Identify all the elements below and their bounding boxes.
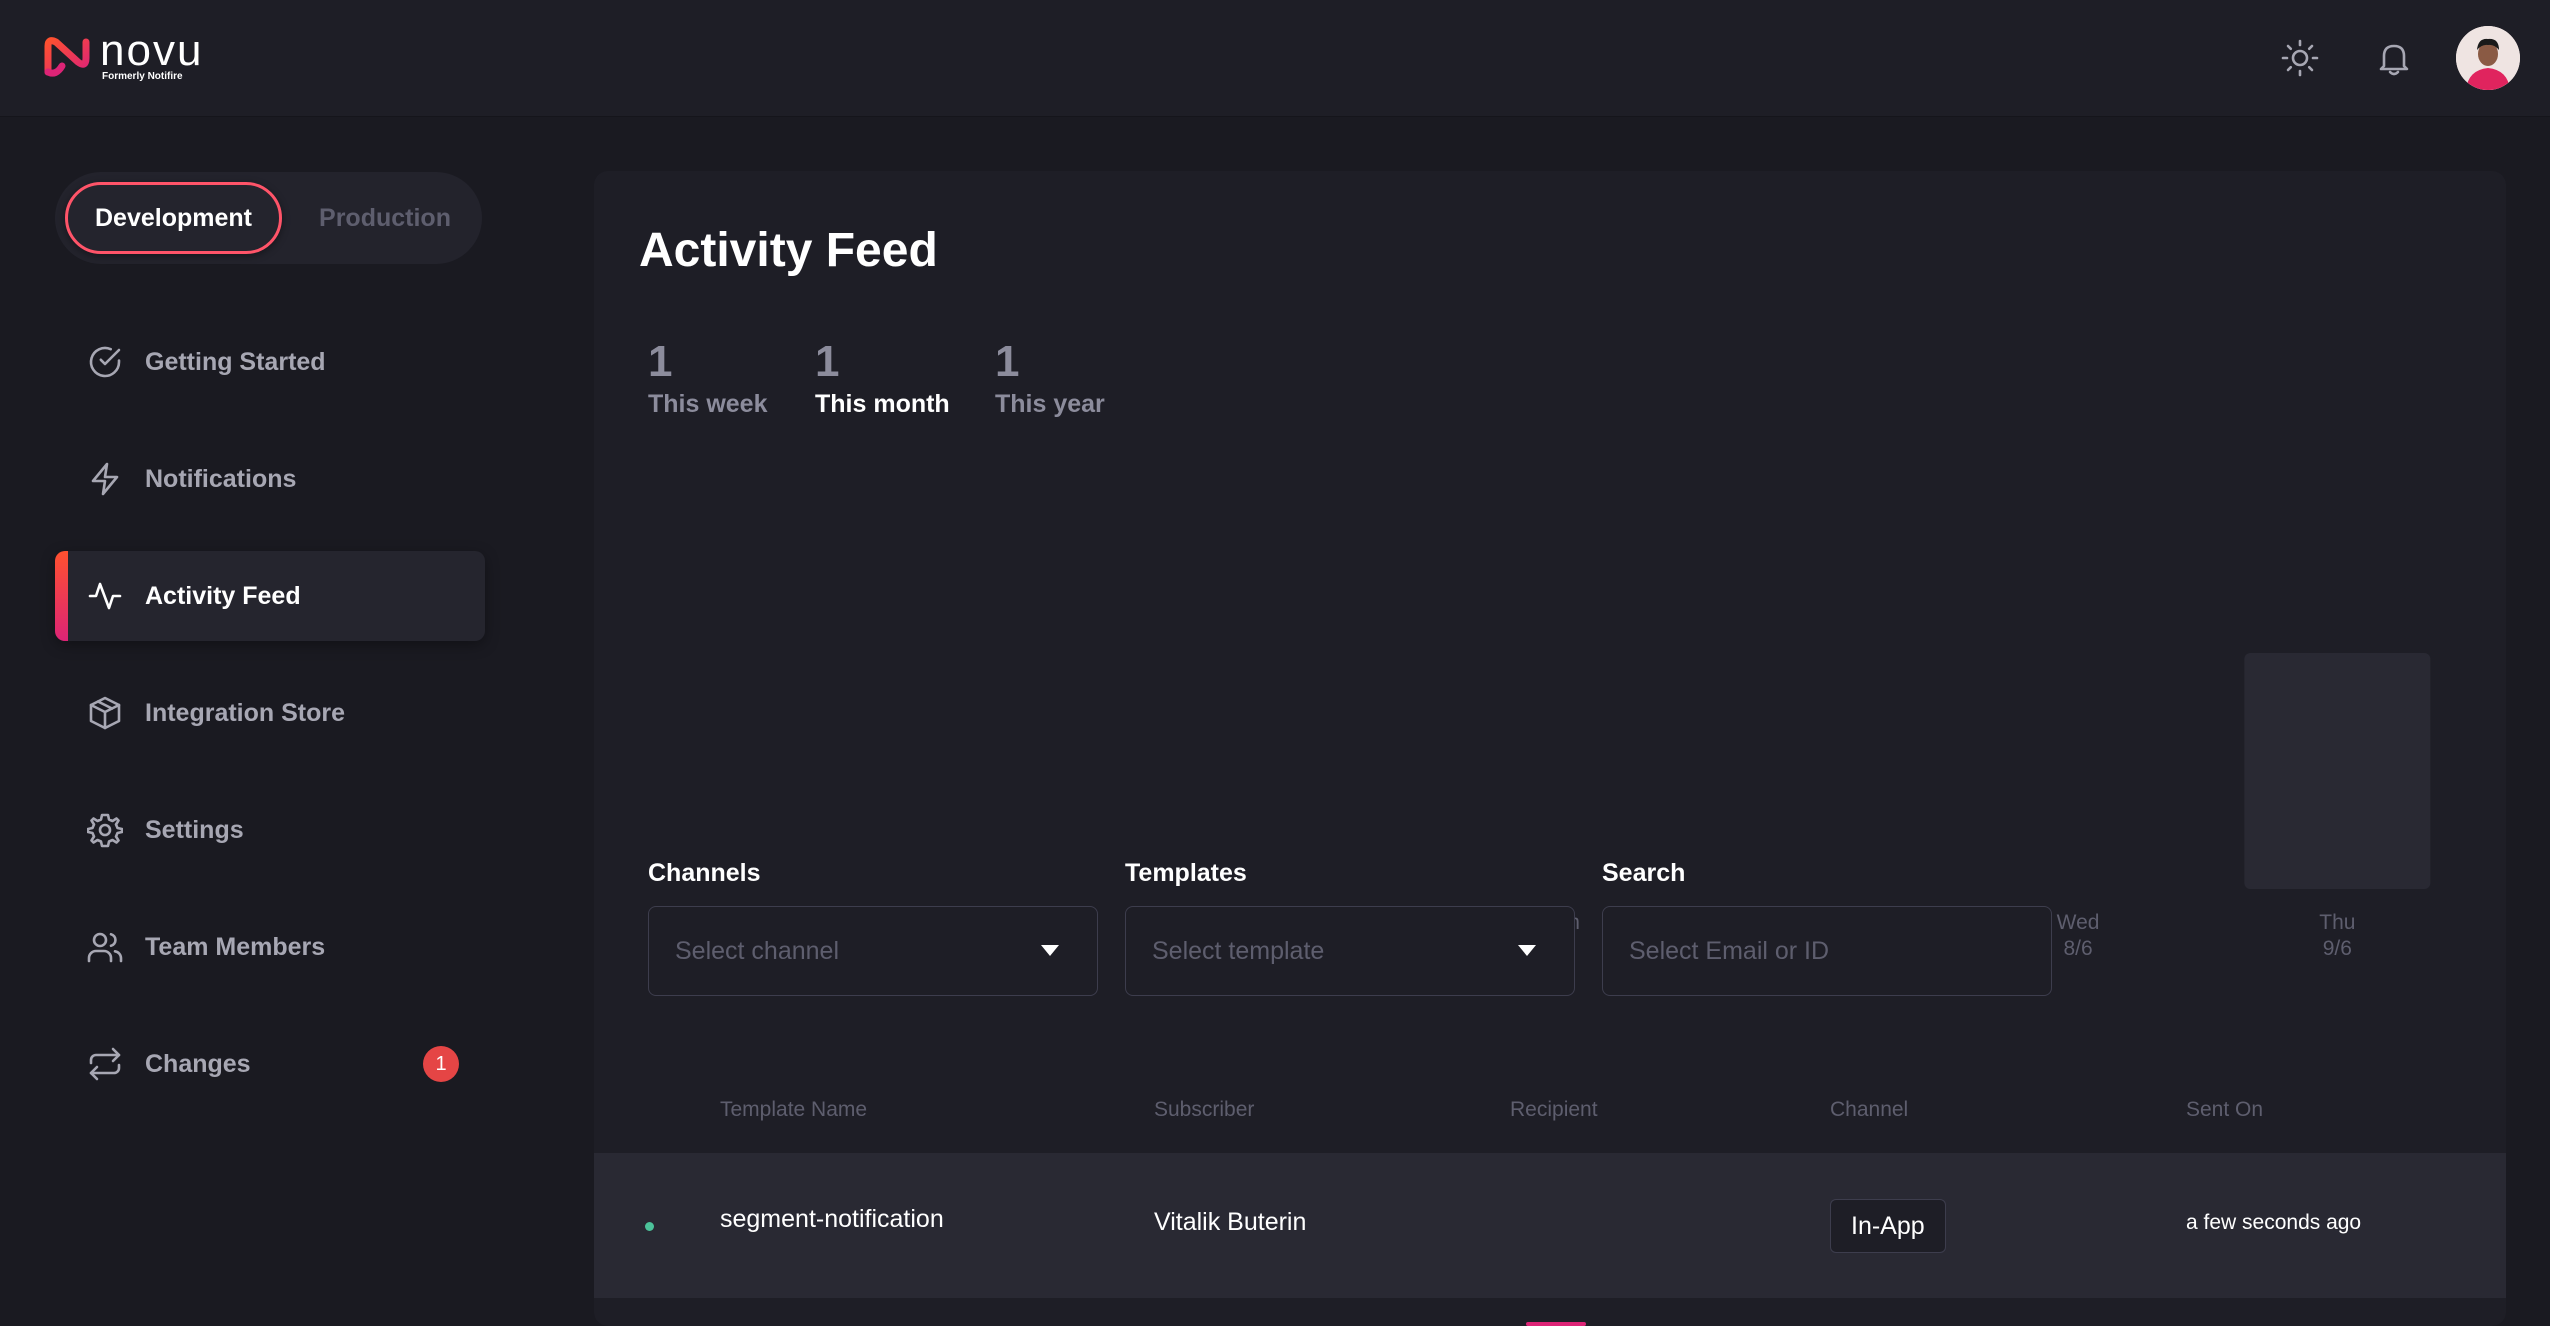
sidebar-item-label: Getting Started [145, 347, 326, 376]
channels-label: Channels [648, 859, 761, 887]
templates-label: Templates [1125, 859, 1247, 887]
template-select-placeholder: Select template [1152, 936, 1325, 965]
active-indicator [55, 551, 68, 641]
sidebar-item-notifications[interactable]: Notifications [55, 434, 485, 524]
template-select[interactable]: Select template [1125, 906, 1575, 996]
sidebar-item-changes[interactable]: Changes 1 [55, 1019, 485, 1109]
sidebar-item-label: Team Members [145, 932, 326, 961]
sidebar-item-activity-feed[interactable]: Activity Feed [55, 551, 485, 641]
sidebar-item-team-members[interactable]: Team Members [55, 902, 485, 992]
table-row[interactable]: segment-notification Vitalik Buterin In-… [594, 1153, 2506, 1298]
x-tick-label: 9/6 [2323, 937, 2352, 960]
stat-this-year[interactable]: 1 This year [995, 338, 1105, 419]
development-env-button[interactable]: Development [65, 182, 282, 254]
sidebar-item-label: Notifications [145, 464, 297, 493]
sidebar-item-label: Changes [145, 1049, 251, 1078]
changes-count-badge: 1 [423, 1046, 459, 1082]
sidebar-item-integration-store[interactable]: Integration Store [55, 668, 485, 758]
logo-wordmark: novu [100, 26, 204, 75]
sidebar-item-settings[interactable]: Settings [55, 785, 485, 875]
column-header-channel: Channel [1830, 1098, 1909, 1121]
column-header-template-name: Template Name [720, 1098, 868, 1121]
lightning-icon [91, 462, 119, 496]
sidebar-item-label: Activity Feed [145, 581, 301, 610]
channel-select-placeholder: Select channel [675, 936, 840, 965]
stat-value: 1 [995, 337, 1020, 386]
activity-icon [88, 582, 122, 610]
subscriber-cell: Vitalik Buterin [1154, 1208, 1307, 1236]
channel-badge: In-App [1830, 1199, 1946, 1253]
stat-label: This month [815, 390, 950, 418]
check-circle-icon [89, 346, 121, 378]
column-header-subscriber: Subscriber [1154, 1098, 1255, 1121]
sun-icon [2281, 39, 2319, 77]
sent-on-cell: a few seconds ago [2186, 1211, 2362, 1234]
stat-label: This year [995, 390, 1105, 418]
avatar-image [2456, 26, 2520, 90]
notifications-bell-button[interactable] [2370, 34, 2418, 82]
chevron-down-icon [1041, 945, 1059, 956]
sidebar: Development Production Getting Started N… [0, 117, 555, 1326]
gear-icon [87, 813, 123, 848]
stat-value: 1 [815, 337, 840, 386]
novu-logo-icon [44, 37, 90, 77]
pagination-indicator [1526, 1322, 1586, 1326]
channel-select[interactable]: Select channel [648, 906, 1098, 996]
stat-this-week[interactable]: 1 This week [648, 338, 768, 419]
x-tick-label: Wed [2057, 911, 2100, 934]
sidebar-item-getting-started[interactable]: Getting Started [55, 317, 485, 407]
production-env-button[interactable]: Production [300, 182, 470, 254]
template-name-cell: segment-notification [720, 1205, 944, 1233]
sidebar-item-label: Settings [145, 815, 244, 844]
theme-toggle-button[interactable] [2276, 34, 2324, 82]
stat-this-month[interactable]: 1 This month [815, 338, 950, 419]
sidebar-item-label: Integration Store [145, 698, 346, 727]
bell-icon [2379, 44, 2409, 76]
stat-value: 1 [648, 337, 673, 386]
chevron-down-icon [1518, 945, 1536, 956]
column-header-sent-on: Sent On [2186, 1098, 2264, 1121]
main-content: Activity Feed 1 This week 1 This month 1… [594, 171, 2506, 1326]
page-title: Activity Feed [639, 224, 938, 277]
user-avatar[interactable] [2456, 26, 2520, 90]
chart-bar [2244, 653, 2431, 889]
status-dot [645, 1222, 654, 1231]
novu-logo[interactable]: novu Formerly Notifire [42, 26, 204, 84]
top-header: novu Formerly Notifire [0, 0, 2550, 117]
column-header-recipient: Recipient [1510, 1098, 1598, 1121]
environment-switch: Development Production [55, 172, 482, 264]
box-icon [89, 696, 121, 730]
x-tick-label: 8/6 [2063, 937, 2092, 960]
search-input[interactable] [1602, 906, 2052, 996]
stat-label: This week [648, 390, 768, 418]
search-label: Search [1602, 859, 1686, 887]
logo-subtitle: Formerly Notifire [102, 71, 183, 82]
users-icon [87, 932, 123, 963]
x-tick-label: Thu [2319, 911, 2355, 934]
repeat-icon [89, 1047, 121, 1081]
